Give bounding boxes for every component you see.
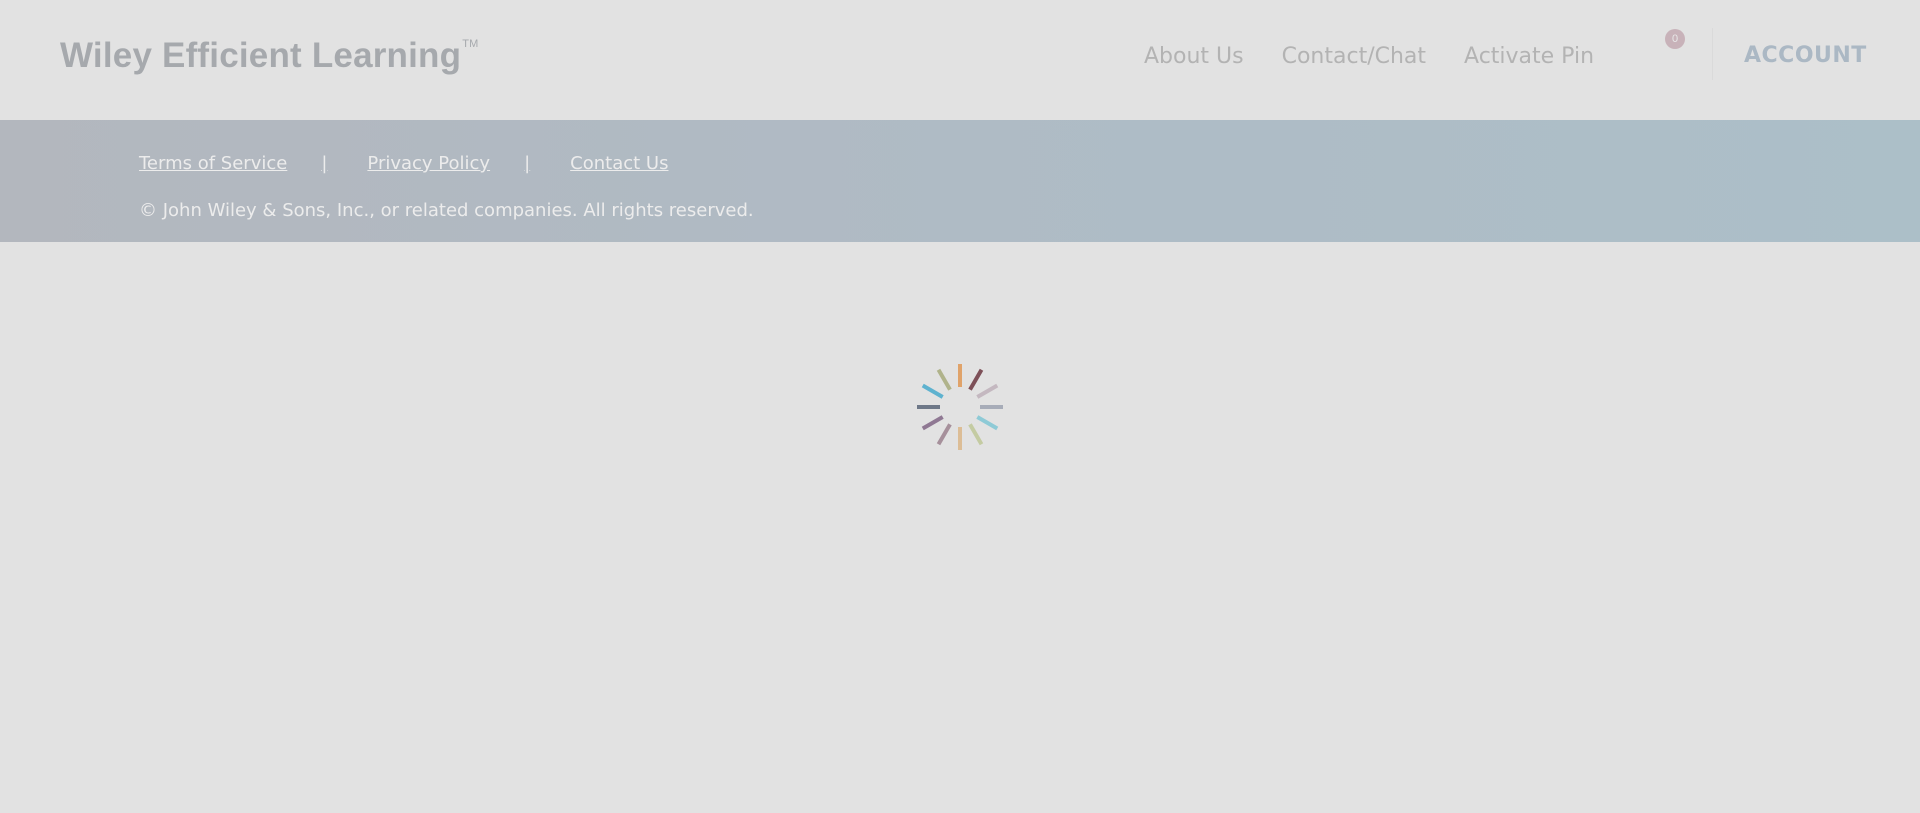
- spinner-spoke: [976, 415, 999, 431]
- site-logo[interactable]: Wiley Efficient LearningTM: [60, 36, 479, 76]
- spinner-spoke: [921, 383, 944, 399]
- logo-trademark: TM: [462, 38, 479, 50]
- spinner-spoke: [921, 415, 944, 431]
- header-divider: [1712, 28, 1713, 80]
- footer-link-terms-of-service[interactable]: Terms of Service: [139, 153, 287, 174]
- copyright-text: © John Wiley & Sons, Inc., or related co…: [139, 200, 754, 221]
- spinner-spoke: [936, 368, 952, 391]
- spinner-spoke: [968, 423, 984, 446]
- footer-separator: |: [524, 153, 531, 174]
- footer-links: Terms of Service | Privacy Policy | Cont…: [139, 153, 668, 174]
- site-header: Wiley Efficient LearningTM About Us Cont…: [0, 0, 1920, 120]
- nav-link-contact-chat[interactable]: Contact/Chat: [1282, 44, 1426, 69]
- cart-count-badge: 0: [1665, 29, 1685, 49]
- logo-text: Wiley Efficient Learning: [60, 36, 462, 75]
- footer-link-privacy-policy[interactable]: Privacy Policy: [367, 153, 490, 174]
- footer-band: Terms of Service | Privacy Policy | Cont…: [0, 120, 1920, 242]
- cart-button[interactable]: 0: [1648, 28, 1688, 68]
- footer-link-contact-us[interactable]: Contact Us: [570, 153, 668, 174]
- spinner-spoke: [936, 423, 952, 446]
- footer-separator: |: [321, 153, 328, 174]
- main-nav: About Us Contact/Chat Activate Pin: [1144, 44, 1632, 69]
- page: Wiley Efficient LearningTM About Us Cont…: [0, 0, 1920, 813]
- loading-spinner-icon: [917, 364, 1003, 450]
- nav-link-activate-pin[interactable]: Activate Pin: [1464, 44, 1594, 69]
- nav-link-about-us[interactable]: About Us: [1144, 44, 1244, 69]
- account-button[interactable]: ACCOUNT: [1744, 43, 1867, 68]
- spinner-spoke: [968, 368, 984, 391]
- spinner-spoke: [976, 383, 999, 399]
